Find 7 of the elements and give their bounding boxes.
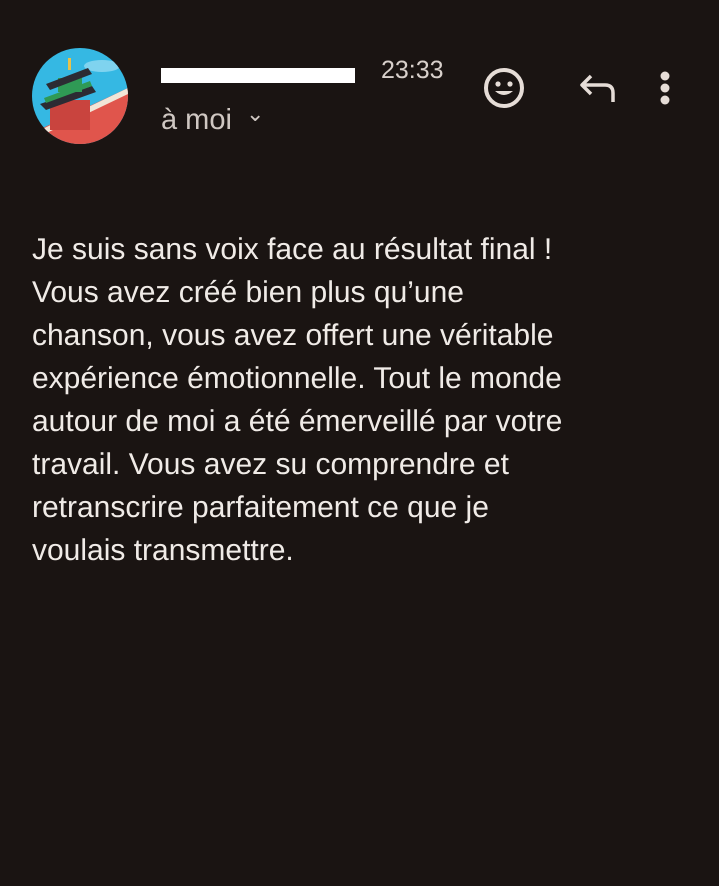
recipient-label[interactable]: à moi — [161, 104, 232, 137]
caret-icon[interactable]: ⌄ — [246, 100, 264, 126]
more-icon[interactable] — [659, 70, 671, 106]
emoji-icon[interactable] — [483, 67, 525, 109]
time-label: 23:33 — [381, 56, 444, 84]
reply-icon[interactable] — [579, 73, 617, 103]
message-text: Je suis sans voix face au résultat final ! Vous avez créé bien plus qu’une chanson, vous avez offert une véritable expérience émotionnelle. Tout le monde autour de moi a été émerveillé par votre travail. Vous avez su comprendre et retranscrire parfaitement ce que je voulais transmettre. — [32, 232, 564, 569]
